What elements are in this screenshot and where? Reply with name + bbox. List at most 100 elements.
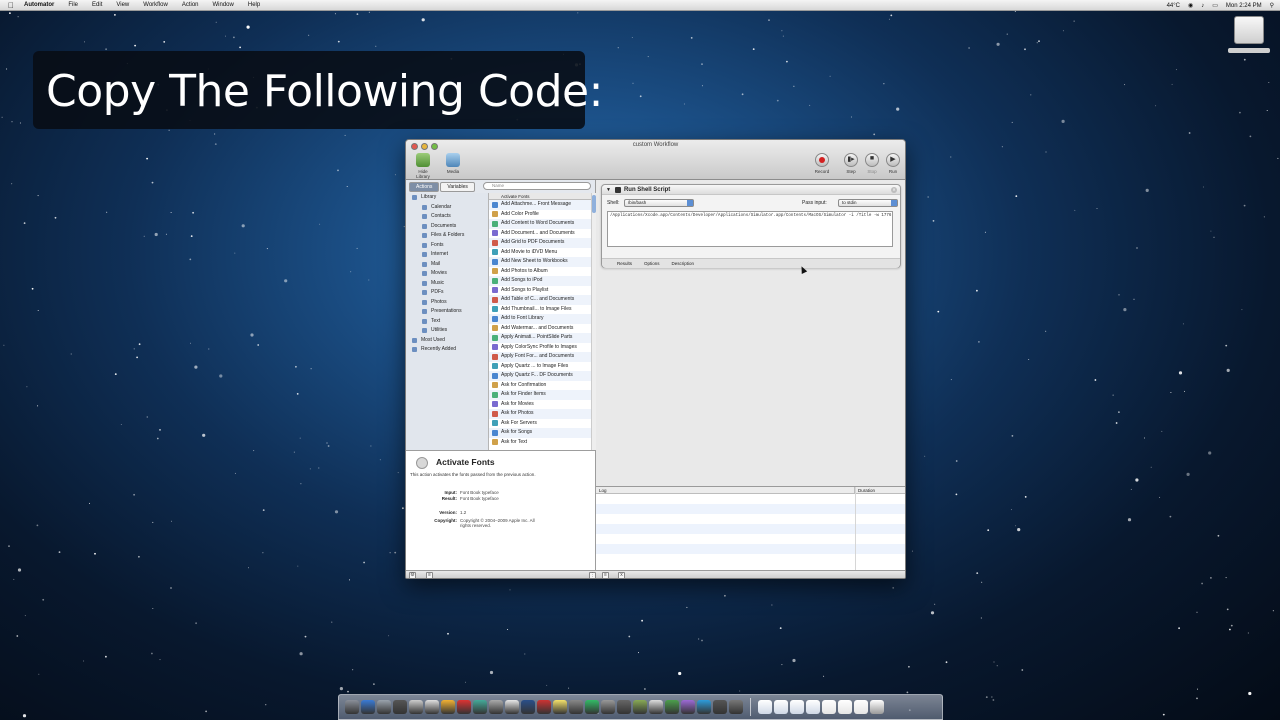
action-item[interactable]: Add Document... and Documents — [489, 229, 591, 239]
category-item[interactable]: Utilities — [406, 326, 488, 336]
list-view-icon[interactable]: ≡ — [426, 572, 433, 578]
log-column-header[interactable]: Log — [596, 487, 855, 493]
tab-description[interactable]: Description — [671, 259, 696, 268]
step-button[interactable]: ▮▸ Step — [842, 153, 860, 174]
dock-app-icon[interactable] — [585, 700, 599, 714]
dock-app-icon[interactable] — [569, 700, 583, 714]
action-item[interactable]: Ask for Confirmation — [489, 381, 591, 391]
menu-action[interactable]: Action — [182, 2, 199, 8]
dock-app-icon[interactable] — [393, 700, 407, 714]
apple-menu-icon[interactable]:  — [8, 1, 14, 10]
dock-folder-icon[interactable] — [790, 700, 804, 714]
dock-app-icon[interactable] — [553, 700, 567, 714]
dock-folder-icon[interactable] — [838, 700, 852, 714]
volume-icon[interactable]: ♪ — [1201, 3, 1204, 9]
category-item[interactable]: Library — [406, 193, 488, 203]
category-item[interactable]: Movies — [406, 269, 488, 279]
script-editor[interactable]: /Applications/Xcode.app/Contents/Develop… — [607, 211, 893, 247]
action-item[interactable]: Add Thumbnail... to Image Files — [489, 305, 591, 315]
category-item[interactable]: PDFs — [406, 288, 488, 298]
clock[interactable]: Mon 2:24 PM — [1226, 3, 1262, 9]
dock-app-icon[interactable] — [617, 700, 631, 714]
gear-icon[interactable]: ⚙ — [409, 572, 416, 578]
action-item[interactable]: Ask For Servers — [489, 419, 591, 429]
category-item[interactable]: Text — [406, 317, 488, 327]
menu-edit[interactable]: Edit — [92, 2, 102, 8]
dock-app-icon[interactable] — [521, 700, 535, 714]
action-item[interactable]: Apply ColorSync Profile to Images — [489, 343, 591, 353]
action-item[interactable]: Apply Font For... and Documents — [489, 352, 591, 362]
category-item[interactable]: Mail — [406, 260, 488, 270]
stop-button[interactable]: ■ Stop — [863, 153, 881, 174]
action-item[interactable]: Add Content to Word Documents — [489, 219, 591, 229]
dock-folder-icon[interactable] — [774, 700, 788, 714]
shell-select[interactable]: /bin/bash — [624, 199, 694, 207]
action-header[interactable]: ▼ Run Shell Script — [602, 185, 900, 195]
action-list-header[interactable]: Activate Fonts — [489, 193, 591, 200]
dock-app-icon[interactable] — [681, 700, 695, 714]
action-item[interactable]: Apply Quartz F... DF Documents — [489, 371, 591, 381]
action-item[interactable]: Apply Quartz ... to Image Files — [489, 362, 591, 372]
pass-input-select[interactable]: to stdin — [838, 199, 898, 207]
menu-workflow[interactable]: Workflow — [143, 2, 168, 8]
action-item[interactable]: Ask for Text — [489, 438, 591, 448]
action-item[interactable]: Add Photos to Album — [489, 267, 591, 277]
category-item[interactable]: Contacts — [406, 212, 488, 222]
tab-actions[interactable]: Actions — [409, 182, 440, 192]
action-item[interactable]: Ask for Movies — [489, 400, 591, 410]
dock-app-icon[interactable] — [361, 700, 375, 714]
action-item[interactable]: Add Grid to PDF Documents — [489, 238, 591, 248]
run-button[interactable]: ▶ Run — [884, 153, 902, 174]
category-item[interactable]: Fonts — [406, 241, 488, 251]
action-item[interactable]: Add to Font Library — [489, 314, 591, 324]
category-item[interactable]: Presentations — [406, 307, 488, 317]
dock-app-icon[interactable] — [409, 700, 423, 714]
dock-app-icon[interactable] — [473, 700, 487, 714]
dock-app-icon[interactable] — [441, 700, 455, 714]
tab-options[interactable]: Options — [643, 259, 661, 268]
dock-app-icon[interactable] — [601, 700, 615, 714]
media-button[interactable]: Media — [444, 153, 462, 174]
battery-icon[interactable]: ▭ — [1212, 2, 1218, 9]
library-search-input[interactable]: Name — [483, 182, 591, 190]
category-item[interactable]: Files & Folders — [406, 231, 488, 241]
variables-toggle-icon[interactable]: x — [618, 572, 625, 578]
dock-app-icon[interactable] — [505, 700, 519, 714]
action-item[interactable]: Add New Sheet to Workbooks — [489, 257, 591, 267]
dock-app-icon[interactable] — [489, 700, 503, 714]
action-item[interactable]: Add Songs to Playlist — [489, 286, 591, 296]
action-item[interactable]: Add Table of C... and Documents — [489, 295, 591, 305]
dock-folder-icon[interactable] — [822, 700, 836, 714]
action-item[interactable]: Ask for Finder Items — [489, 390, 591, 400]
menu-app-name[interactable]: Automator — [24, 2, 54, 8]
category-item[interactable]: Music — [406, 279, 488, 289]
dock-folder-icon[interactable] — [854, 700, 868, 714]
menu-file[interactable]: File — [68, 2, 78, 8]
dock-app-icon[interactable] — [649, 700, 663, 714]
resize-handle-icon[interactable]: ⋮ — [589, 572, 596, 578]
category-item[interactable]: Most Used — [406, 336, 488, 346]
dock-app-icon[interactable] — [425, 700, 439, 714]
dock-app-icon[interactable] — [665, 700, 679, 714]
dock-app-icon[interactable] — [345, 700, 359, 714]
duration-column-header[interactable]: Duration — [855, 487, 875, 493]
menu-view[interactable]: View — [116, 2, 129, 8]
wifi-icon[interactable]: ◉ — [1188, 2, 1193, 9]
action-item[interactable]: Apply Animati... PointSlide Parts — [489, 333, 591, 343]
dock-folder-icon[interactable] — [758, 700, 772, 714]
dock-app-icon[interactable] — [697, 700, 711, 714]
dock-app-icon[interactable] — [537, 700, 551, 714]
category-item[interactable]: Calendar — [406, 203, 488, 213]
spotlight-icon[interactable]: ⚲ — [1270, 2, 1274, 9]
action-item[interactable]: Add Attachme... Front Message — [489, 200, 591, 210]
dock-folder-icon[interactable] — [806, 700, 820, 714]
action-item[interactable]: Add Movie to iDVD Menu — [489, 248, 591, 258]
run-shell-script-action[interactable]: ▼ Run Shell Script ✕ Shell: /bin/bash Pa… — [601, 184, 901, 268]
log-toggle-icon[interactable]: ≡ — [602, 572, 609, 578]
action-item[interactable]: Add Color Profile — [489, 210, 591, 220]
dock-folder-icon[interactable] — [870, 700, 884, 714]
dock-app-icon[interactable] — [457, 700, 471, 714]
action-item[interactable]: Add Watermar... and Documents — [489, 324, 591, 334]
tab-results[interactable]: Results — [616, 259, 633, 268]
dock-app-icon[interactable] — [729, 700, 743, 714]
